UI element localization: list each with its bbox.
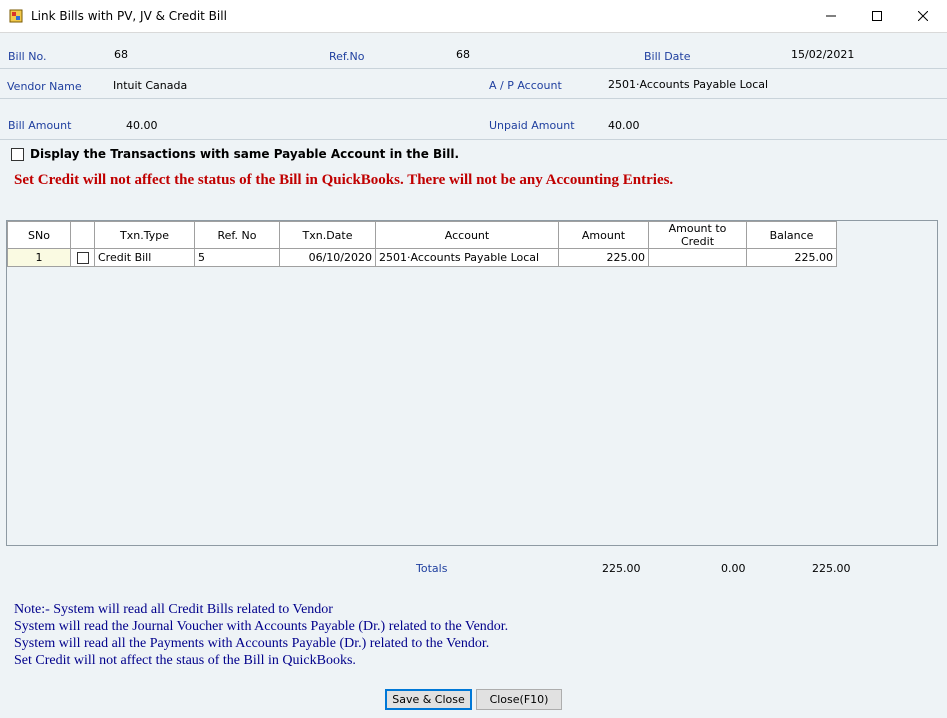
unpaid-amount-value: 40.00 [608, 119, 640, 132]
divider [0, 139, 947, 140]
bill-date-value: 15/02/2021 [791, 48, 855, 61]
bill-no-label: Bill No. [8, 50, 47, 63]
col-txn-date[interactable]: Txn.Date [279, 221, 376, 249]
cell-sno[interactable]: 1 [7, 248, 71, 267]
ap-account-label: A / P Account [489, 79, 562, 92]
totals-label: Totals [416, 562, 448, 575]
total-amount: 225.00 [602, 562, 641, 575]
cell-txn-type[interactable]: Credit Bill [94, 248, 195, 267]
cell-balance[interactable]: 225.00 [746, 248, 837, 267]
row-checkbox[interactable] [76, 252, 89, 264]
bill-amount-label: Bill Amount [8, 119, 72, 132]
ap-account-value: 2501·Accounts Payable Local [608, 78, 769, 91]
cell-amount-to-credit[interactable] [648, 248, 747, 267]
window-title: Link Bills with PV, JV & Credit Bill [31, 9, 227, 23]
app-icon [9, 9, 23, 23]
col-ref-no[interactable]: Ref. No [194, 221, 280, 249]
cell-amount[interactable]: 225.00 [558, 248, 649, 267]
vendor-name-label: Vendor Name [7, 80, 82, 93]
title-bar: Link Bills with PV, JV & Credit Bill [0, 0, 947, 33]
cell-select[interactable] [70, 248, 95, 267]
transactions-grid[interactable]: SNo Txn.Type Ref. No Txn.Date Account Am… [6, 220, 938, 546]
note-line: System will read the Journal Voucher wit… [14, 619, 509, 634]
cell-txn-date[interactable]: 06/10/2020 [279, 248, 376, 267]
total-amount-to-credit: 0.00 [721, 562, 746, 575]
col-select[interactable] [70, 221, 95, 249]
maximize-icon[interactable] [854, 0, 900, 32]
col-amount-to-credit[interactable]: Amount to Credit [648, 221, 747, 249]
col-account[interactable]: Account [375, 221, 559, 249]
bill-amount-value: 40.00 [126, 119, 158, 132]
transactions-table: SNo Txn.Type Ref. No Txn.Date Account Am… [7, 221, 837, 267]
bill-no-value: 68 [114, 48, 128, 61]
note-line: Note:- System will read all Credit Bills… [14, 602, 333, 617]
close-icon[interactable] [900, 0, 946, 32]
warning-message: Set Credit will not affect the status of… [14, 172, 674, 188]
total-balance: 225.00 [812, 562, 851, 575]
ref-no-value: 68 [456, 48, 470, 61]
col-balance[interactable]: Balance [746, 221, 837, 249]
close-button[interactable]: Close(F10) [476, 689, 562, 710]
table-header-row: SNo Txn.Type Ref. No Txn.Date Account Am… [7, 221, 837, 249]
save-close-button[interactable]: Save & Close [385, 689, 472, 710]
table-row[interactable]: 1 Credit Bill 5 06/10/2020 2501·Accounts… [7, 248, 837, 267]
ref-no-label: Ref.No [329, 50, 365, 63]
same-account-label[interactable]: Display the Transactions with same Payab… [30, 147, 459, 161]
divider [0, 68, 947, 69]
col-txn-type[interactable]: Txn.Type [94, 221, 195, 249]
unpaid-amount-label: Unpaid Amount [489, 119, 575, 132]
same-account-checkbox[interactable] [11, 148, 24, 161]
bill-date-label: Bill Date [644, 50, 691, 63]
minimize-icon[interactable] [808, 0, 854, 32]
col-sno[interactable]: SNo [7, 221, 71, 249]
note-line: Set Credit will not affect the staus of … [14, 653, 356, 668]
note-line: System will read all the Payments with A… [14, 636, 490, 651]
divider [0, 98, 947, 99]
vendor-name-value: Intuit Canada [113, 79, 188, 92]
col-amount[interactable]: Amount [558, 221, 649, 249]
cell-account[interactable]: 2501·Accounts Payable Local [375, 248, 559, 267]
cell-ref-no[interactable]: 5 [194, 248, 280, 267]
